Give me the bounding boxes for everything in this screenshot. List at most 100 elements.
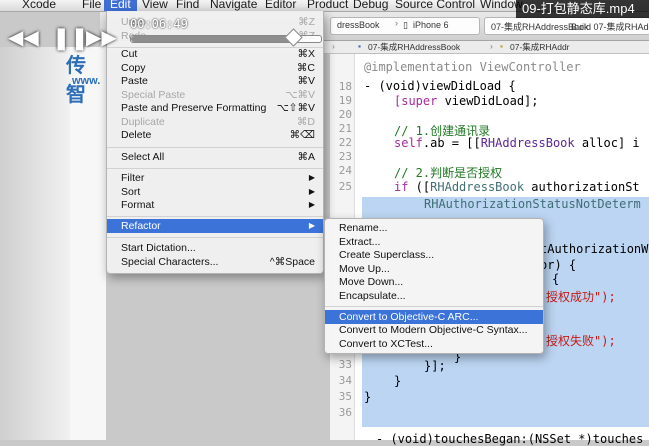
menu-shortcut: ⌥⇧⌘V: [276, 102, 315, 114]
code-text: @implementation ViewController: [364, 60, 581, 74]
code-class: RHAddressBook: [430, 180, 525, 194]
menu-separator: [107, 147, 323, 148]
code-line: if ([RHAddressBook authorizationSt: [394, 180, 640, 194]
menu-debug[interactable]: Debug: [353, 0, 388, 11]
code-line: }: [364, 390, 371, 404]
menu-label: Cut: [121, 48, 138, 60]
menu-label: Paste: [121, 75, 148, 87]
line-number: 34: [338, 374, 352, 387]
code-text: }: [364, 390, 372, 404]
menu-label: Copy: [121, 62, 146, 74]
menu-label: Start Dictation...: [121, 242, 196, 254]
menu-item-copy[interactable]: Copy ⌘C: [107, 61, 323, 75]
scheme-label: dressBook: [337, 20, 380, 30]
line-number: 36: [338, 406, 352, 419]
code-text: - (void)touchesBegan:(NSSet *)touches: [376, 432, 644, 446]
menu-item-convert-modern-syntax[interactable]: Convert to Modern Objective-C Syntax...: [325, 323, 543, 337]
menu-item-duplicate[interactable]: Duplicate ⌘D: [107, 115, 323, 129]
menu-item-refactor[interactable]: Refactor ▶: [107, 219, 323, 233]
code-line: - (void)touchesBegan:(NSSet *)touches: [376, 432, 643, 446]
menu-label: Paste and Preserve Formatting: [121, 102, 267, 114]
breadcrumb-project[interactable]: 07-集成RHAddressBook: [368, 41, 460, 53]
code-line: @implementation ViewController: [364, 60, 581, 74]
code-comment: // 2.判断是否授权: [394, 166, 503, 180]
menu-item-delete[interactable]: Delete ⌘⌫: [107, 128, 323, 142]
menu-source-control[interactable]: Source Control: [395, 0, 475, 11]
code-text: if: [394, 180, 409, 194]
menu-view[interactable]: View: [142, 0, 168, 11]
menu-item-paste-preserve-formatting[interactable]: Paste and Preserve Formatting ⌥⇧⌘V: [107, 101, 323, 115]
menu-editor[interactable]: Editor: [265, 0, 296, 11]
menu-product[interactable]: Product: [307, 0, 348, 11]
menu-item-special-paste[interactable]: Special Paste ⌥⌘V: [107, 88, 323, 102]
menu-item-convert-arc[interactable]: Convert to Objective-C ARC...: [325, 310, 543, 324]
code-string: 授权失败");: [546, 334, 616, 348]
menu-item-convert-xctest[interactable]: Convert to XCTest...: [325, 337, 543, 351]
menu-label: Filter: [121, 172, 145, 184]
menu-separator: [107, 216, 323, 217]
menu-find[interactable]: Find: [176, 0, 199, 11]
line-number: 25: [338, 180, 352, 193]
edit-menu: Undo⌘Z Redo⇧⌘Z Cut⌘X Copy⌘C Paste⌘V Spec…: [106, 11, 324, 274]
pause-icon[interactable]: ❚❚: [52, 27, 89, 49]
menu-item-move-up[interactable]: Move Up...: [325, 262, 543, 276]
code-line: {: [552, 272, 559, 286]
submenu-arrow-icon: ▶: [308, 200, 315, 209]
menu-item-format[interactable]: Format ▶: [107, 198, 323, 212]
menu-item-special-characters[interactable]: Special Characters... ^⌘Space: [107, 255, 323, 269]
menu-navigate[interactable]: Navigate: [210, 0, 257, 11]
menu-item-filter[interactable]: Filter ▶: [107, 171, 323, 185]
menu-label: Convert to Modern Objective-C Syntax...: [339, 324, 528, 336]
menu-label: Convert to Objective-C ARC...: [339, 311, 479, 323]
menu-xcode[interactable]: Xcode: [22, 0, 56, 11]
site-shadow: [0, 47, 70, 440]
fast-forward-icon[interactable]: ▶▶: [86, 28, 117, 48]
rewind-icon[interactable]: ◀◀: [8, 28, 39, 48]
menu-item-move-down[interactable]: Move Down...: [325, 275, 543, 289]
submenu-arrow-icon: ▶: [308, 221, 315, 230]
menu-item-sort[interactable]: Sort ▶: [107, 185, 323, 199]
code-line: }: [394, 374, 401, 388]
scheme-selector[interactable]: dressBook › ▯ iPhone 6: [330, 17, 480, 35]
background-website: 传智 www.: [0, 47, 106, 440]
seek-knob[interactable]: [283, 28, 303, 47]
menu-item-start-dictation[interactable]: Start Dictation...: [107, 241, 323, 255]
menu-item-paste[interactable]: Paste ⌘V: [107, 74, 323, 88]
code-text: RHAuthorizationStatusNotDeterm: [424, 197, 641, 211]
menu-item-extract[interactable]: Extract...: [325, 235, 543, 249]
submenu-arrow-icon: ▶: [308, 173, 315, 182]
breadcrumb-group[interactable]: 07-集成RHAddr: [510, 41, 570, 53]
code-text: tAuthorizationW: [540, 242, 649, 256]
line-number: 21: [338, 122, 352, 135]
line-number: 19: [338, 94, 352, 107]
code-class: RHAddressBook: [480, 136, 575, 150]
menu-label: Format: [121, 199, 155, 211]
menu-label: Duplicate: [121, 116, 165, 128]
code-text: {: [552, 272, 560, 286]
code-line: RHAuthorizationStatusNotDeterm: [424, 197, 641, 211]
device-label: iPhone 6: [413, 20, 449, 30]
menu-item-rename[interactable]: Rename...: [325, 221, 543, 235]
menu-label: Delete: [121, 129, 152, 141]
code-text: self: [394, 136, 423, 150]
code-text: }];: [424, 359, 446, 373]
menu-item-cut[interactable]: Cut ⌘X: [107, 47, 323, 61]
code-text: }: [394, 374, 402, 388]
menu-shortcut: ^⌘Space: [269, 256, 315, 268]
forward-arrow-icon[interactable]: ›: [332, 41, 335, 51]
refactor-submenu: Rename... Extract... Create Superclass..…: [324, 218, 544, 354]
menu-item-select-all[interactable]: Select All ⌘A: [107, 150, 323, 164]
group-folder-icon: ▪: [500, 41, 504, 51]
menu-item-create-superclass[interactable]: Create Superclass...: [325, 248, 543, 262]
code-line: 授权成功");: [546, 288, 616, 305]
menu-edit[interactable]: Edit: [104, 0, 137, 11]
menu-item-encapsulate[interactable]: Encapsulate...: [325, 289, 543, 303]
code-text: or) {: [540, 258, 577, 272]
menu-label: Create Superclass...: [339, 249, 435, 261]
folder-icon: ▪: [358, 41, 362, 51]
code-text: viewDidLoad];: [444, 94, 539, 108]
menu-file[interactable]: File: [82, 0, 101, 11]
menu-shortcut: ⌘V: [297, 75, 315, 87]
menu-label: Rename...: [339, 222, 388, 234]
code-text: [super: [394, 94, 445, 108]
